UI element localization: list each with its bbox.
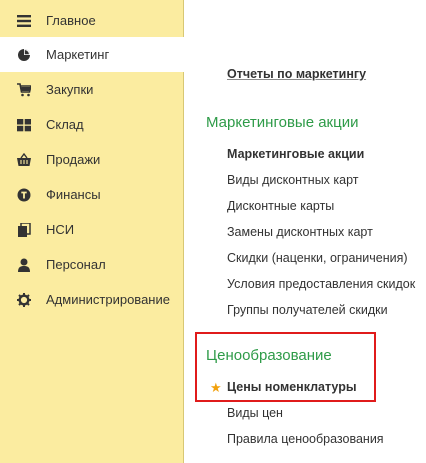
sidebar-item-label: Закупки xyxy=(46,82,94,97)
link-discounts[interactable]: Скидки (наценки, ограничения) xyxy=(227,251,408,265)
sidebar-item-sales[interactable]: Продажи xyxy=(0,142,183,177)
person-icon xyxy=(18,258,30,272)
link-discount-cards[interactable]: Дисконтные карты xyxy=(227,199,334,213)
sidebar-item-purchases[interactable]: Закупки xyxy=(0,72,183,107)
link-discount-card-types[interactable]: Виды дисконтных карт xyxy=(227,173,359,187)
sidebar-item-warehouse[interactable]: Склад xyxy=(0,107,183,142)
coin-icon xyxy=(17,188,31,202)
link-discount-conditions[interactable]: Условия предоставления скидок xyxy=(227,277,415,291)
sidebar-item-personnel[interactable]: Персонал xyxy=(0,247,183,282)
sidebar-item-label: Склад xyxy=(46,117,84,132)
link-discount-recipient-groups[interactable]: Группы получателей скидки xyxy=(227,303,388,317)
sidebar-item-finance[interactable]: Финансы xyxy=(0,177,183,212)
sidebar: Главное Маркетинг Закупки Склад Продажи xyxy=(0,0,184,463)
cart-icon xyxy=(17,83,31,97)
link-marketing-promotions[interactable]: Маркетинговые акции xyxy=(227,147,364,161)
section-title-pricing: Ценообразование xyxy=(206,347,332,364)
grid-boxes-icon xyxy=(17,119,31,132)
documents-icon xyxy=(18,223,31,237)
sidebar-item-label: Персонал xyxy=(46,257,106,272)
sidebar-item-label: Главное xyxy=(46,13,96,28)
section-title-promotions: Маркетинговые акции xyxy=(206,114,359,131)
sidebar-item-nsi[interactable]: НСИ xyxy=(0,212,183,247)
favorite-star-icon[interactable]: ★ xyxy=(210,380,222,396)
pie-chart-icon xyxy=(18,49,30,61)
link-pricing-rules[interactable]: Правила ценообразования xyxy=(227,432,384,446)
sidebar-item-main[interactable]: Главное xyxy=(0,3,183,38)
sidebar-item-administration[interactable]: Администрирование xyxy=(0,282,183,317)
sidebar-item-label: НСИ xyxy=(46,222,75,237)
link-discount-card-replacements[interactable]: Замены дисконтных карт xyxy=(227,225,373,239)
gear-icon xyxy=(17,293,31,307)
sidebar-item-label: Маркетинг xyxy=(46,47,110,62)
menu-lines-icon xyxy=(17,15,31,27)
basket-icon xyxy=(17,153,31,166)
link-price-types[interactable]: Виды цен xyxy=(227,406,283,420)
sidebar-item-marketing[interactable]: Маркетинг xyxy=(0,37,184,72)
sidebar-item-label: Администрирование xyxy=(46,292,170,307)
reports-link[interactable]: Отчеты по маркетингу xyxy=(227,67,366,81)
sidebar-item-label: Продажи xyxy=(46,152,101,167)
link-item-prices[interactable]: Цены номенклатуры xyxy=(227,380,357,394)
sidebar-item-label: Финансы xyxy=(46,187,101,202)
